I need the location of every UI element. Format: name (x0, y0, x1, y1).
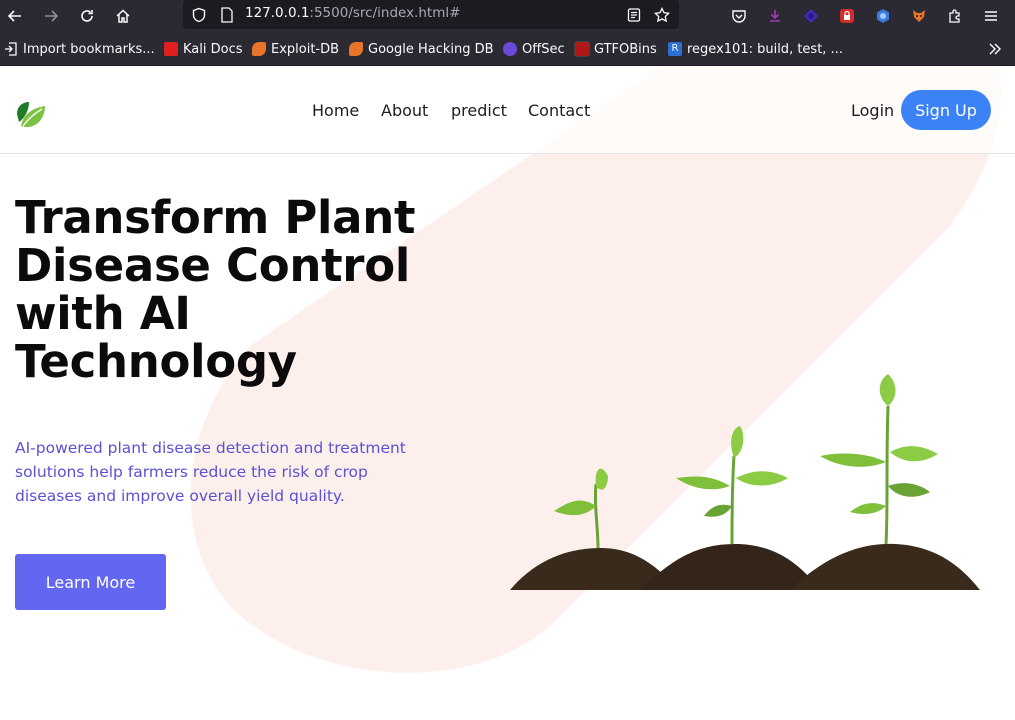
bookmark-gtfobins[interactable]: GTFOBins (574, 40, 657, 58)
url-host: 127.0.0.1 (245, 5, 310, 21)
bookmarks-bar: Import bookmarks... Kali Docs Exploit-DB… (0, 32, 1015, 66)
extension-blue-icon[interactable] (870, 3, 896, 29)
bookmark-label: Kali Docs (183, 41, 243, 57)
downloads-icon[interactable] (762, 3, 788, 29)
gtfobins-favicon-icon (574, 41, 590, 57)
shield-icon[interactable] (189, 5, 209, 25)
nav-predict-link[interactable]: predict (451, 101, 507, 120)
pocket-icon[interactable] (726, 3, 752, 29)
signup-button[interactable]: Sign Up (901, 90, 991, 130)
extensions-puzzle-icon[interactable] (942, 3, 968, 29)
browser-toolbar: 127.0.0.1:5500/src/index.html# (0, 0, 1015, 32)
bookmark-regex101[interactable]: R regex101: build, test, ... (668, 40, 843, 58)
extension-red-lock-icon[interactable] (834, 3, 860, 29)
bookmark-label: GTFOBins (594, 41, 657, 57)
bookmark-label: Import bookmarks... (23, 41, 155, 57)
bookmark-label: OffSec (522, 41, 565, 57)
login-link[interactable]: Login (851, 101, 894, 120)
extension-purple-icon[interactable] (798, 3, 824, 29)
bookmark-label: Google Hacking DB (368, 41, 494, 57)
navbar: Home About predict Contact Login Sign Up (0, 66, 1015, 154)
exploit-db-favicon-icon (252, 42, 266, 56)
ghdb-favicon-icon (349, 42, 363, 56)
regex101-favicon-icon: R (668, 42, 682, 56)
seedlings-illustration (510, 374, 980, 590)
hero-title: Transform Plant Disease Control with AI … (15, 191, 416, 388)
nav-home-link[interactable]: Home (312, 101, 359, 120)
bookmark-label: regex101: build, test, ... (687, 41, 843, 57)
nav-about-link[interactable]: About (381, 101, 428, 120)
bookmark-import[interactable]: Import bookmarks... (4, 40, 155, 58)
reload-icon[interactable] (74, 3, 100, 29)
bookmark-kali-docs[interactable]: Kali Docs (164, 40, 243, 58)
bookmark-exploit-db[interactable]: Exploit-DB (252, 40, 339, 58)
leaf-logo-icon[interactable] (15, 96, 49, 130)
web-page: Home About predict Contact Login Sign Up… (0, 66, 1015, 720)
bookmark-label: Exploit-DB (271, 41, 340, 57)
hero-subtitle: AI-powered plant disease detection and t… (15, 439, 406, 505)
bookmark-google-hacking-db[interactable]: Google Hacking DB (349, 40, 494, 58)
reader-view-icon[interactable] (624, 5, 644, 25)
kali-favicon-icon (164, 42, 178, 56)
url-path: :5500/src/index.html# (309, 5, 461, 21)
bookmark-offsec[interactable]: OffSec (503, 40, 565, 58)
url-text[interactable]: 127.0.0.1:5500/src/index.html# (245, 5, 460, 21)
page-icon (217, 5, 237, 25)
forward-icon[interactable] (38, 3, 64, 29)
back-icon[interactable] (2, 3, 28, 29)
address-bar[interactable]: 127.0.0.1:5500/src/index.html# (183, 0, 679, 29)
learn-more-button[interactable]: Learn More (15, 554, 166, 610)
chevron-double-right-icon[interactable] (982, 36, 1008, 62)
bookmark-star-icon[interactable] (652, 5, 672, 25)
home-icon[interactable] (110, 3, 136, 29)
nav-contact-link[interactable]: Contact (528, 101, 590, 120)
menu-icon[interactable] (978, 3, 1004, 29)
offsec-favicon-icon (503, 42, 517, 56)
import-icon (5, 42, 17, 56)
extension-fox-icon[interactable] (906, 3, 932, 29)
